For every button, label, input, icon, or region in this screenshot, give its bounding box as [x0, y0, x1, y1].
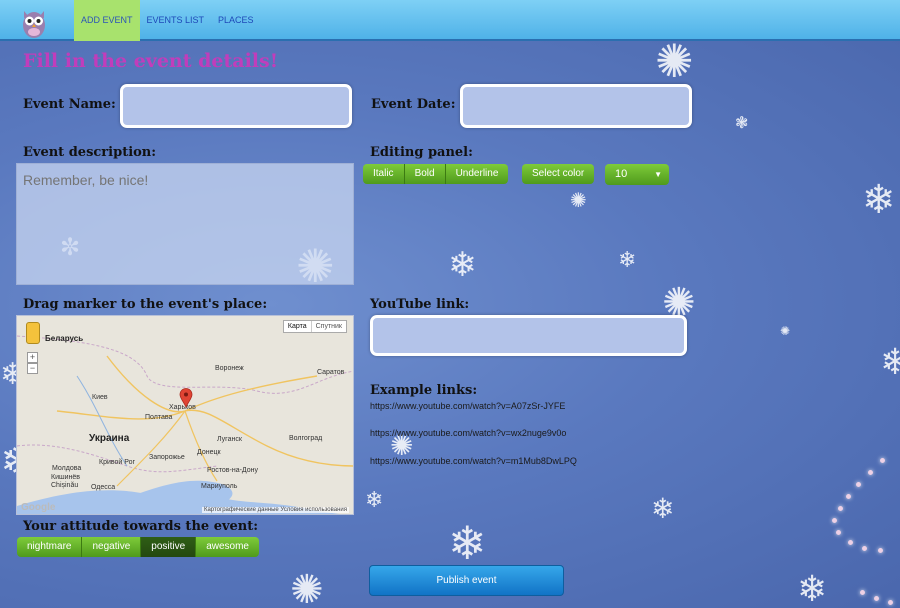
- snowflake-icon: ❄: [448, 245, 477, 285]
- attitude-button-group: nightmare negative positive awesome: [17, 537, 259, 557]
- street-view-pegman-icon[interactable]: [26, 322, 40, 344]
- snowflake-icon: ❄: [448, 516, 487, 570]
- nav-events-list[interactable]: EVENTS LIST: [140, 0, 212, 41]
- top-navbar: ADD EVENT EVENTS LIST PLACES: [0, 0, 900, 41]
- snowflake-icon: ❃: [735, 113, 749, 132]
- map-marker-icon[interactable]: [179, 388, 193, 408]
- sparkle-dot: [860, 590, 865, 595]
- event-name-input[interactable]: [120, 84, 352, 128]
- format-button-group: Italic Bold Underline: [363, 164, 509, 184]
- map-label-kiev: Киев: [92, 394, 108, 401]
- snowflake-icon: ✺: [570, 188, 587, 212]
- event-name-label: Event Name:: [23, 97, 116, 112]
- nav-add-event[interactable]: ADD EVENT: [74, 0, 140, 41]
- publish-event-button[interactable]: Publish event: [369, 565, 564, 596]
- snowflake-icon: ❄: [618, 248, 637, 273]
- sparkle-dot: [848, 540, 853, 545]
- map-type-control: Карта Спутник: [282, 320, 347, 333]
- sparkle-dot: [856, 482, 861, 487]
- snowflake-icon: ❄: [880, 342, 900, 383]
- zoom-in-button[interactable]: +: [27, 352, 38, 363]
- map-label-ukraina: Украина: [89, 433, 130, 444]
- map-label: Drag marker to the event's place:: [23, 297, 268, 312]
- map-label-odessa: Одесса: [91, 484, 116, 491]
- map-label-zaporozhye: Запорожье: [149, 454, 185, 461]
- zoom-out-button[interactable]: −: [27, 363, 38, 374]
- italic-button[interactable]: Italic: [363, 164, 405, 184]
- example-links-label: Example links:: [370, 383, 478, 398]
- map-footer[interactable]: Картографические данные Условия использо…: [201, 507, 349, 513]
- sparkle-dot: [862, 546, 867, 551]
- sparkle-dot: [846, 494, 851, 499]
- map-label-kishinev: Кишинёв: [51, 474, 80, 481]
- snowflake-icon: ❄: [862, 177, 896, 223]
- attitude-label: Your attitude towards the event:: [23, 519, 259, 534]
- underline-button[interactable]: Underline: [445, 164, 509, 184]
- chevron-down-icon: ▼: [654, 170, 662, 179]
- map-type-map[interactable]: Карта: [284, 321, 311, 332]
- map-label-lugansk: Луганск: [217, 436, 242, 443]
- map-label-moldova: Молдова: [52, 465, 82, 472]
- sparkle-dot: [836, 530, 841, 535]
- youtube-link-input[interactable]: [370, 315, 687, 356]
- owl-logo-icon[interactable]: [20, 3, 48, 39]
- description-label: Event description:: [23, 145, 157, 160]
- map-label-voronezh: Воронеж: [215, 365, 244, 372]
- description-textarea[interactable]: [16, 163, 354, 285]
- snowflake-icon: ✺: [290, 567, 324, 608]
- map-label-rostov: Ростов-на-Дону: [207, 467, 258, 474]
- attitude-awesome-button[interactable]: awesome: [196, 537, 259, 557]
- example-link: https://www.youtube.com/watch?v=A07zSr-J…: [370, 401, 566, 411]
- map-label-chisinau: Chișinău: [51, 482, 79, 489]
- event-date-label: Event Date:: [371, 97, 456, 112]
- font-size-select[interactable]: 10 ▼: [605, 164, 669, 185]
- page-title: Fill in the event details!: [23, 50, 279, 72]
- main-nav: ADD EVENT EVENTS LIST PLACES: [74, 0, 261, 41]
- sparkle-dot: [874, 596, 879, 601]
- map-label-poltava: Полтава: [145, 414, 173, 421]
- event-date-input[interactable]: [460, 84, 692, 128]
- snowflake-icon: ✺: [780, 324, 791, 338]
- bold-button[interactable]: Bold: [404, 164, 446, 184]
- snowflake-icon: ✺: [655, 34, 694, 88]
- example-link: https://www.youtube.com/watch?v=m1Mub8Dw…: [370, 456, 577, 466]
- map-label-krivoy-rog: Кривой Рог: [99, 459, 136, 466]
- attitude-nightmare-button[interactable]: nightmare: [17, 537, 83, 557]
- nav-places[interactable]: PLACES: [211, 0, 261, 41]
- example-link: https://www.youtube.com/watch?v=wx2nuge9…: [370, 428, 567, 438]
- map-label-belarus: Беларусь: [45, 334, 84, 343]
- snowflake-icon: ❄: [365, 488, 384, 513]
- map-label-volgograd: Волгоград: [289, 435, 323, 442]
- youtube-label: YouTube link:: [370, 297, 470, 312]
- sparkle-dot: [888, 600, 893, 605]
- snowflake-icon: ❄: [651, 492, 675, 525]
- attitude-positive-button[interactable]: positive: [141, 537, 197, 557]
- attitude-negative-button[interactable]: negative: [82, 537, 142, 557]
- editing-panel-label: Editing panel:: [370, 145, 473, 160]
- sparkle-dot: [868, 470, 873, 475]
- sparkle-dot: [832, 518, 837, 523]
- map-label-donetsk: Донецк: [197, 449, 221, 456]
- select-color-button[interactable]: Select color: [522, 164, 595, 184]
- sparkle-dot: [878, 548, 883, 553]
- map-type-satellite[interactable]: Спутник: [310, 321, 346, 332]
- event-location-map[interactable]: + − Карта Спутник Беларусь Воронеж Сарат…: [16, 315, 354, 515]
- google-logo: Google: [21, 502, 56, 513]
- sparkle-dot: [838, 506, 843, 511]
- map-label-saratov: Саратов: [317, 369, 345, 376]
- font-size-value: 10: [615, 168, 628, 180]
- map-label-mariupol: Мариуполь: [201, 483, 238, 490]
- sparkle-dot: [880, 458, 885, 463]
- snowflake-icon: ❄: [797, 569, 828, 608]
